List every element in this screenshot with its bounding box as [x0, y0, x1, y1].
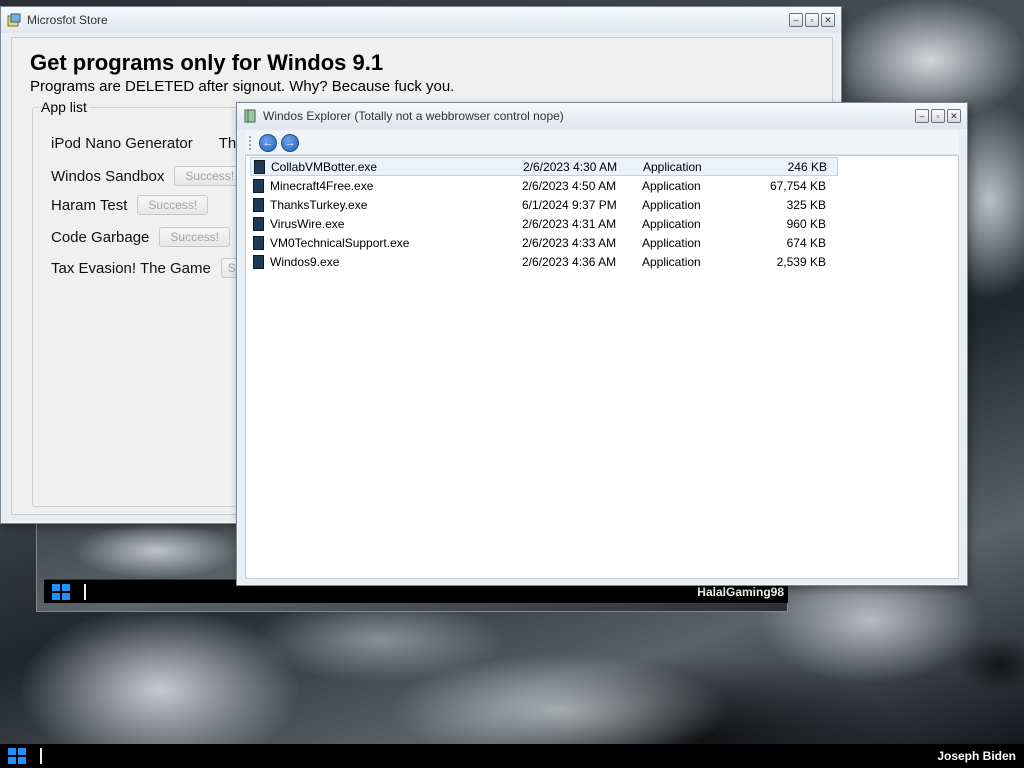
file-date: 2/6/2023 4:50 AM: [522, 178, 617, 193]
close-button[interactable]: ✕: [947, 109, 961, 123]
file-row[interactable]: Minecraft4Free.exe 2/6/2023 4:50 AM Appl…: [250, 176, 838, 195]
taskbar: Joseph Biden: [0, 744, 1024, 768]
exe-file-icon: [253, 235, 264, 250]
back-icon[interactable]: ←: [259, 133, 277, 152]
file-row[interactable]: VM0TechnicalSupport.exe 2/6/2023 4:33 AM…: [250, 233, 838, 252]
windows-logo-icon: [8, 748, 26, 764]
app-name: iPod Nano Generator: [51, 135, 193, 152]
store-heading: Get programs only for Windos 9.1: [30, 50, 384, 75]
file-row[interactable]: Windos9.exe 2/6/2023 4:36 AM Application…: [250, 252, 838, 271]
file-row[interactable]: VirusWire.exe 2/6/2023 4:31 AM Applicati…: [250, 214, 838, 233]
close-button[interactable]: ✕: [821, 13, 835, 27]
store-app-icon: [7, 13, 21, 27]
file-row[interactable]: ThanksTurkey.exe 6/1/2024 9:37 PM Applic…: [250, 195, 838, 214]
file-date: 2/6/2023 4:31 AM: [522, 216, 617, 231]
file-size: 960 KB: [786, 216, 826, 231]
explorer-title: Windos Explorer (Totally not a webbrowse…: [263, 109, 564, 123]
taskbar-user-name: Joseph Biden: [937, 749, 1016, 763]
exe-file-icon: [253, 197, 264, 212]
app-row: Tax Evasion! The Game Su: [51, 258, 250, 278]
store-titlebar[interactable]: Microsfot Store ‒ ▫ ✕: [1, 7, 841, 33]
file-date: 2/6/2023 4:36 AM: [522, 254, 617, 269]
maximize-button[interactable]: ▫: [931, 109, 945, 123]
file-list[interactable]: CollabVMBotter.exe 2/6/2023 4:30 AM Appl…: [245, 155, 959, 579]
store-subtitle: Programs are DELETED after signout. Why?…: [30, 78, 455, 95]
taskbar-separator: [84, 583, 86, 600]
file-name: ThanksTurkey.exe: [270, 197, 368, 212]
app-name: Windos Sandbox: [51, 167, 165, 185]
file-size: 67,754 KB: [769, 178, 826, 193]
file-name: VirusWire.exe: [270, 216, 345, 231]
file-date: 2/6/2023 4:30 AM: [523, 159, 618, 174]
file-type: Application: [642, 197, 701, 212]
file-date: 2/6/2023 4:33 AM: [522, 235, 617, 250]
windows-logo-icon: [52, 583, 70, 600]
store-title: Microsfot Store: [27, 13, 108, 27]
file-type: Application: [643, 159, 702, 174]
file-size: 325 KB: [786, 197, 826, 212]
toolbar-grip[interactable]: [249, 135, 251, 150]
file-type: Application: [642, 254, 701, 269]
exe-file-icon: [253, 254, 264, 269]
minimize-button[interactable]: ‒: [789, 13, 803, 27]
vm-start-button[interactable]: [52, 583, 86, 600]
app-row: Haram Test Success!: [51, 195, 209, 215]
file-size: 246 KB: [787, 159, 827, 174]
install-button[interactable]: Success!: [174, 166, 246, 186]
explorer-titlebar[interactable]: Windos Explorer (Totally not a webbrowse…: [237, 103, 967, 129]
app-row: iPod Nano Generator Thi: [51, 135, 240, 152]
exe-file-icon: [253, 216, 264, 231]
install-button[interactable]: Success!: [137, 195, 209, 215]
file-name: Minecraft4Free.exe: [270, 178, 374, 193]
install-button[interactable]: Success!: [159, 227, 231, 247]
file-type: Application: [642, 178, 701, 193]
file-date: 6/1/2024 9:37 PM: [522, 197, 617, 212]
minimize-button[interactable]: ‒: [915, 109, 929, 123]
file-row[interactable]: CollabVMBotter.exe 2/6/2023 4:30 AM Appl…: [250, 157, 838, 176]
start-button[interactable]: [8, 748, 42, 764]
app-row: Windos Sandbox Success!: [51, 166, 246, 186]
explorer-app-icon: [244, 109, 256, 123]
app-name: Code Garbage: [51, 228, 150, 246]
file-name: CollabVMBotter.exe: [271, 159, 378, 174]
app-name: Haram Test: [51, 196, 128, 214]
vm-user-name: HalalGaming98: [697, 584, 784, 599]
file-type: Application: [642, 216, 701, 231]
file-size: 674 KB: [786, 235, 826, 250]
app-name: Tax Evasion! The Game: [51, 259, 211, 277]
file-type: Application: [642, 235, 701, 250]
taskbar-separator: [40, 748, 42, 764]
app-list-label: App list: [39, 99, 89, 115]
navigation-bar: ← →: [245, 131, 959, 155]
file-name: Windos9.exe: [270, 254, 340, 269]
file-size: 2,539 KB: [776, 254, 826, 269]
explorer-window: Windos Explorer (Totally not a webbrowse…: [236, 102, 968, 586]
exe-file-icon: [254, 159, 265, 174]
maximize-button[interactable]: ▫: [805, 13, 819, 27]
file-name: VM0TechnicalSupport.exe: [270, 235, 410, 250]
app-row: Code Garbage Success!: [51, 227, 231, 247]
forward-icon[interactable]: →: [281, 133, 299, 152]
exe-file-icon: [253, 178, 264, 193]
